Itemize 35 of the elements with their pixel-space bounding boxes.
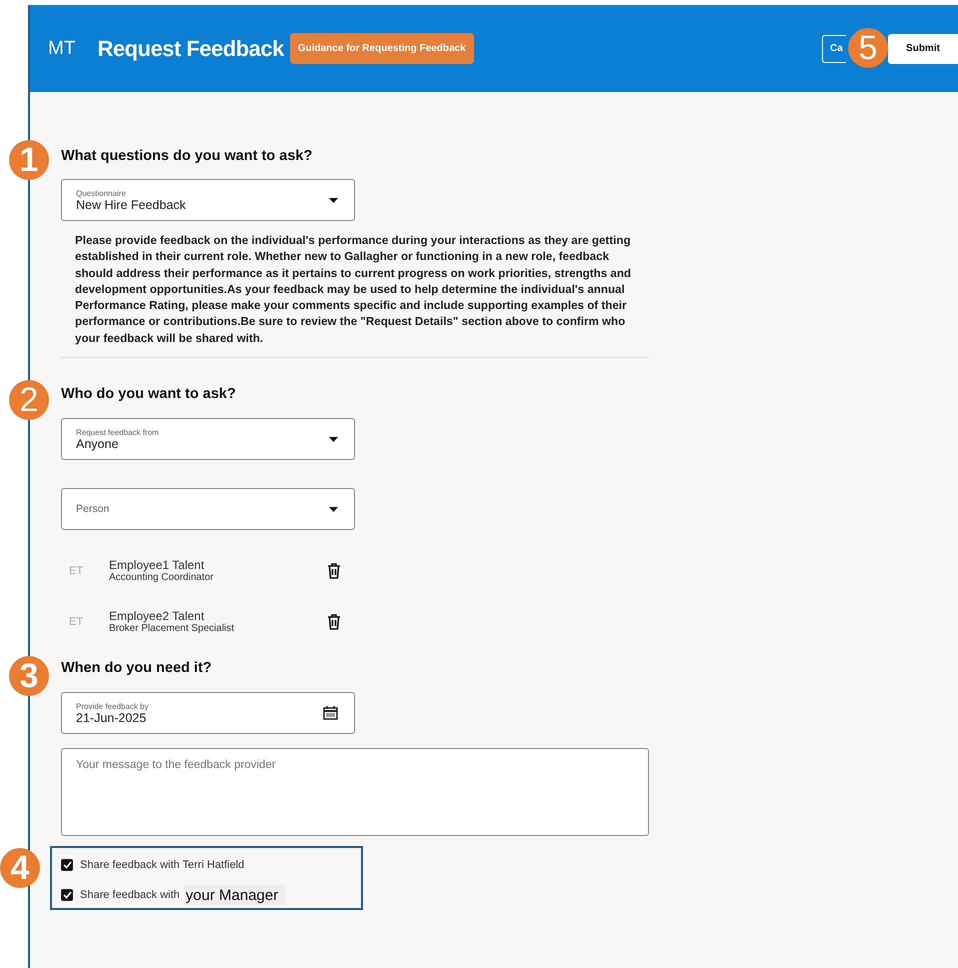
questionnaire-dropdown[interactable]: Questionnaire New Hire Feedback (61, 179, 355, 221)
callout-badge: 4 (0, 848, 40, 888)
trash-icon[interactable] (327, 562, 341, 579)
callout-badge: 5 (848, 28, 888, 68)
person-name: Employee1 Talent (109, 558, 204, 572)
description-text: Please provide feedback on the individual's performance during your interactions as they are getting established in their current role. Whether new to Gallagher or functioning in a new role, feedback should address their performance as it pertains to current progress on work priorities, strengths and development opportunities.As your feedback may be used to help determine the individual's annual Performance Rating, please make your comments specific and include supporting examples of their performance or contributions.Be sure to review the "Request Details" section above to confirm who your feedback will be shared with. (75, 233, 632, 347)
avatar-initials: ET (69, 564, 84, 577)
caret-icon (329, 198, 338, 202)
person-dropdown[interactable]: Person (61, 488, 355, 530)
calendar-icon[interactable] (323, 706, 338, 720)
checkbox-label: Share feedback with (80, 889, 180, 902)
callout-badge: 3 (9, 656, 49, 696)
overlay-label: your Manager (184, 885, 286, 906)
checkbox-label: Share feedback with Terri Hatfield (80, 859, 244, 872)
caret-icon (329, 506, 338, 512)
page-title: Request Feedback (97, 36, 284, 62)
callout-badge: 2 (9, 380, 49, 420)
person-name: Employee2 Talent (109, 609, 204, 624)
caret-icon (329, 436, 338, 442)
person-role: Accounting Coordinator (109, 572, 215, 584)
callout-badge: 1 (9, 140, 49, 180)
trash-icon[interactable] (327, 614, 341, 630)
date-field[interactable]: Provide feedback by 21-Jun-2025 (61, 692, 355, 734)
checkbox[interactable] (61, 889, 73, 902)
cancel-button[interactable]: Ca (822, 34, 846, 62)
submit-button[interactable]: Submit (888, 34, 958, 64)
checkbox[interactable] (61, 859, 73, 872)
message-field[interactable]: Your message to the feedback provider (61, 748, 649, 836)
avatar-initials: ET (69, 616, 84, 628)
request-from-dropdown[interactable]: Request feedback from Anyone (61, 418, 355, 460)
section-heading: What questions do you want to ask? (61, 148, 314, 164)
section-heading: When do you need it? (61, 660, 213, 676)
user-initials: MT (48, 38, 76, 60)
person-role: Broker Placement Specialist (109, 623, 236, 634)
section-heading: Who do you want to ask? (61, 386, 237, 402)
